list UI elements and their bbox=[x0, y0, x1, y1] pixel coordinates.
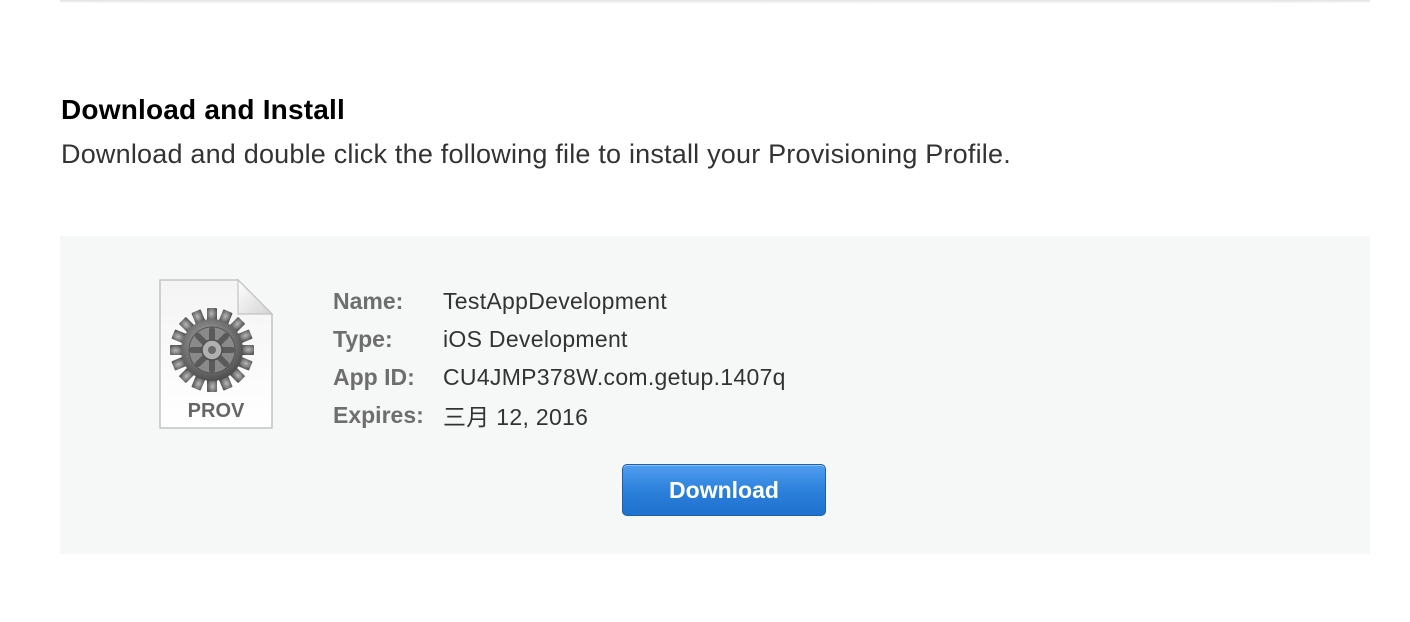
download-button[interactable]: Download bbox=[622, 464, 826, 516]
name-value: TestAppDevelopment bbox=[443, 287, 668, 314]
app-id-value: CU4JMP378W.com.getup.1407q bbox=[443, 363, 786, 390]
expires-label: Expires: bbox=[333, 401, 424, 428]
profile-details: Name: TestAppDevelopment Type: iOS Devel… bbox=[333, 282, 786, 434]
expires-value: 三月 12, 2016 bbox=[443, 404, 589, 430]
section-description: Download and double click the following … bbox=[61, 139, 1011, 169]
prov-file-icon: PROV bbox=[159, 278, 274, 429]
detail-row-name: Name: TestAppDevelopment bbox=[333, 282, 786, 320]
download-install-page: Download and Install Download and double… bbox=[0, 0, 1410, 622]
type-label: Type: bbox=[333, 325, 393, 352]
detail-row-expires: Expires: 三月 12, 2016 bbox=[333, 396, 786, 434]
detail-row-app-id: App ID: CU4JMP378W.com.getup.1407q bbox=[333, 358, 786, 396]
name-label: Name: bbox=[333, 287, 404, 314]
app-id-label: App ID: bbox=[333, 363, 415, 390]
header-shadow-divider bbox=[60, 0, 1370, 4]
type-value: iOS Development bbox=[443, 325, 628, 352]
profile-panel: PROV Name: TestAppDevelopment Type: iOS … bbox=[60, 236, 1370, 554]
file-type-label: PROV bbox=[188, 400, 245, 422]
gear-icon bbox=[170, 308, 254, 392]
section-title: Download and Install bbox=[61, 94, 346, 125]
detail-row-type: Type: iOS Development bbox=[333, 320, 786, 358]
